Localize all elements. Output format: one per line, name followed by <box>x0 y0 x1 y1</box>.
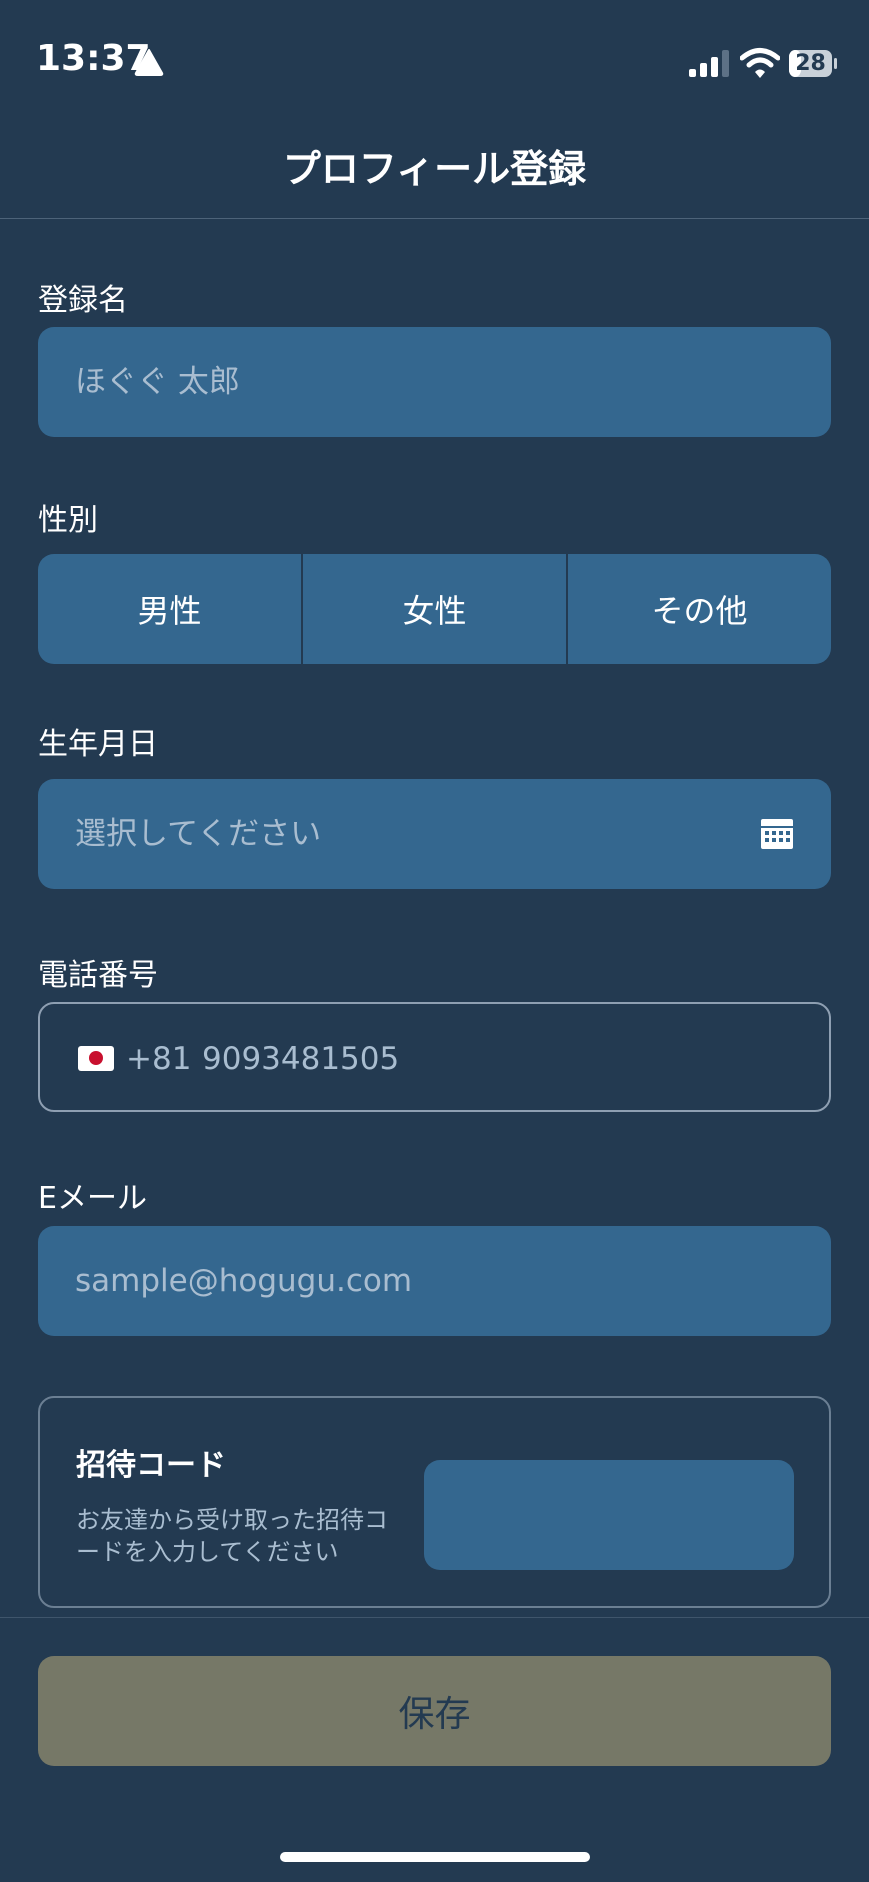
footer-divider <box>0 1617 869 1618</box>
phone-label: 電話番号 <box>38 958 158 993</box>
email-label: Eメール <box>38 1181 147 1216</box>
invite-code-input[interactable] <box>424 1460 794 1570</box>
phone-input[interactable]: +81 9093481505 <box>38 1002 831 1112</box>
wifi-icon <box>740 48 780 78</box>
gender-option-other[interactable]: その他 <box>566 554 831 664</box>
gender-label: 性別 <box>38 503 98 538</box>
battery-icon: 28 <box>788 49 838 78</box>
home-indicator[interactable] <box>280 1852 590 1862</box>
save-button[interactable]: 保存 <box>38 1656 831 1766</box>
birthdate-picker[interactable]: 選択してください <box>38 779 831 889</box>
cellular-signal-icon <box>689 50 729 77</box>
battery-level: 28 <box>795 51 826 76</box>
invite-code-card: 招待コード お友達から受け取った招待コードを入力してください <box>38 1396 831 1608</box>
invite-code-description: お友達から受け取った招待コードを入力してください <box>76 1506 388 1566</box>
name-label: 登録名 <box>38 283 128 318</box>
invite-code-title: 招待コード <box>76 1448 226 1483</box>
warning-triangle-icon <box>134 49 164 76</box>
gender-option-female[interactable]: 女性 <box>301 554 566 664</box>
phone-number-value: 9093481505 <box>202 1041 400 1077</box>
header-divider <box>0 218 869 219</box>
gender-segmented-control: 男性 女性 その他 <box>38 554 831 664</box>
phone-country-code[interactable]: +81 <box>126 1004 191 1114</box>
japan-flag-icon[interactable] <box>78 1046 114 1071</box>
name-placeholder: ほぐぐ 太郎 <box>75 364 240 400</box>
gender-option-male[interactable]: 男性 <box>38 554 301 664</box>
page-title: プロフィール登録 <box>282 147 587 191</box>
email-input[interactable]: sample@hogugu.com <box>38 1226 831 1336</box>
birthdate-label: 生年月日 <box>38 727 158 762</box>
calendar-icon <box>761 819 793 849</box>
name-input[interactable]: ほぐぐ 太郎 <box>38 327 831 437</box>
birthdate-placeholder: 選択してください <box>75 816 322 852</box>
email-placeholder: sample@hogugu.com <box>75 1263 413 1299</box>
